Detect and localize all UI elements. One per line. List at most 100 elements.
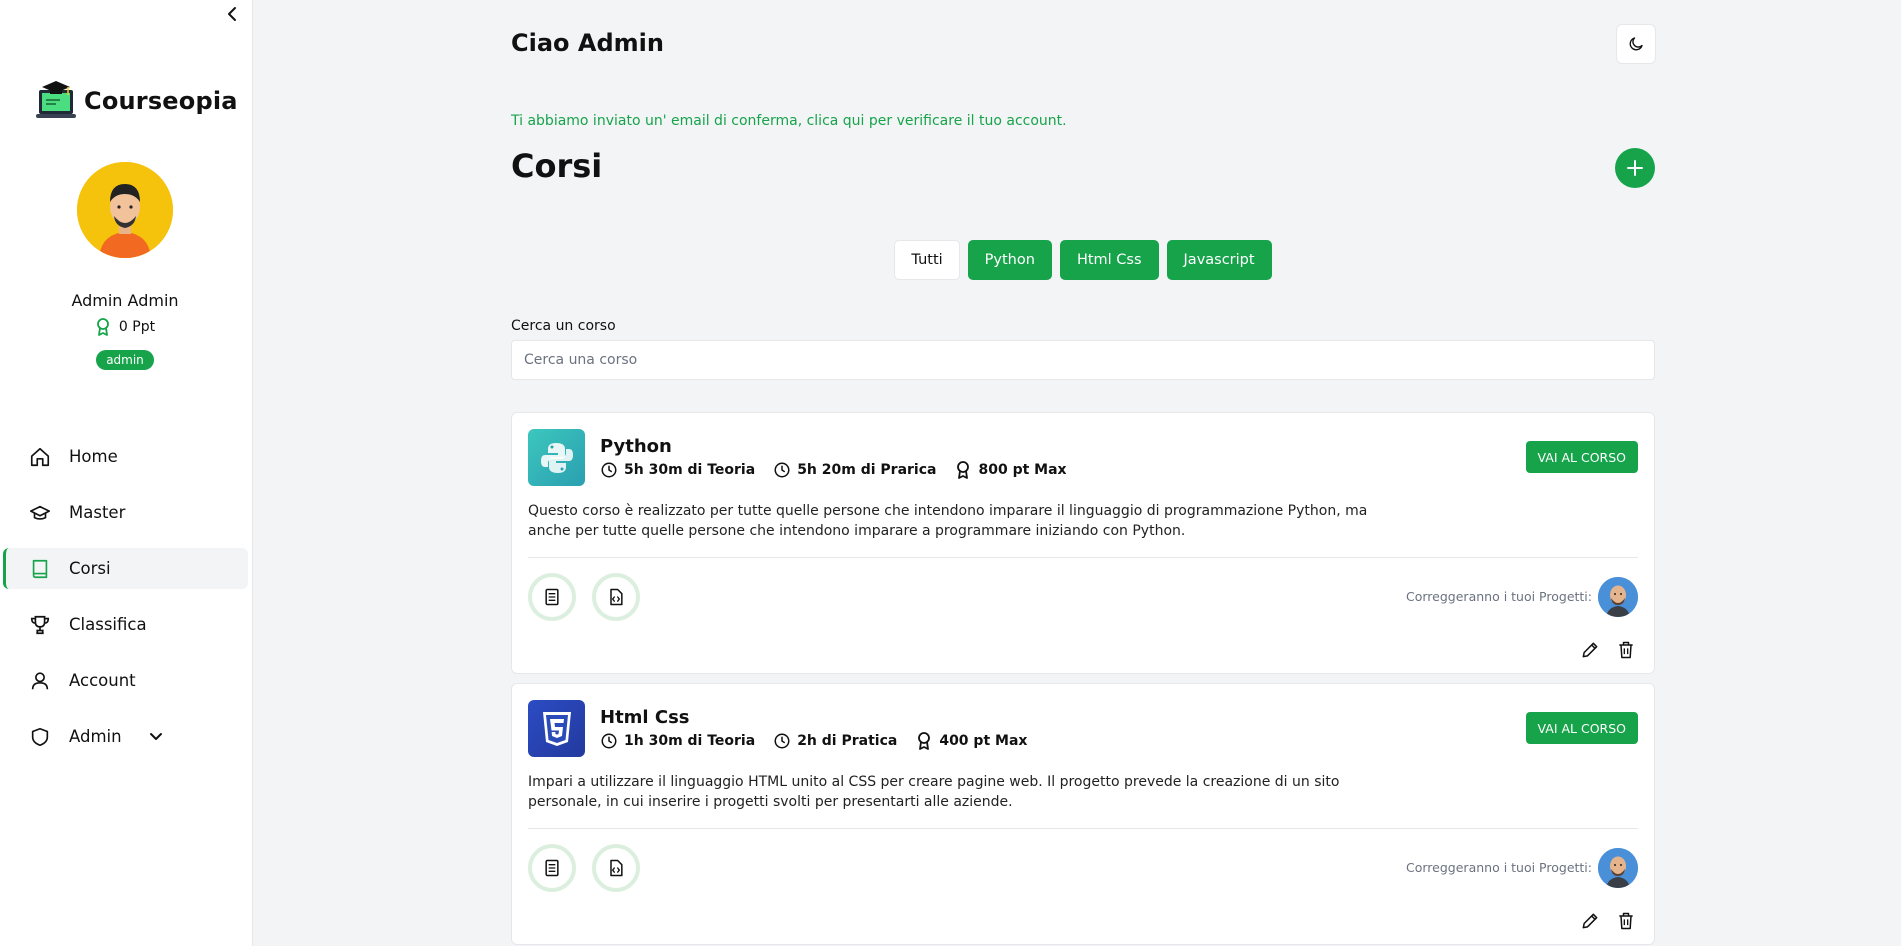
chevron-down-icon <box>149 732 162 740</box>
award-icon <box>957 461 970 479</box>
user-points: 0 Ppt <box>0 318 250 336</box>
theory-duration: 5h 30m di Teoria <box>600 461 755 479</box>
pencil-icon <box>1582 913 1598 929</box>
python-icon <box>540 442 573 473</box>
css3-icon <box>542 711 571 746</box>
filter-javascript[interactable]: Javascript <box>1166 240 1272 280</box>
moon-icon <box>1629 37 1643 51</box>
practice-text: 2h di Pratica <box>797 733 898 749</box>
course-description: Questo corso è realizzato per tutte quel… <box>528 503 1368 539</box>
course-filters: Tutti Python Html Css Javascript <box>511 240 1655 280</box>
delete-course-button[interactable] <box>1614 909 1638 933</box>
trophy-icon <box>30 615 50 634</box>
graduation-cap-icon <box>30 505 50 520</box>
course-meta: 5h 30m di Teoria 5h 20m di Prarica 800 p… <box>600 461 1067 479</box>
points-value: 0 Ppt <box>118 319 156 335</box>
user-avatar <box>77 162 173 258</box>
sidebar-item-account[interactable]: Account <box>3 660 248 701</box>
trash-icon <box>1619 641 1633 659</box>
clock-icon <box>601 462 617 478</box>
python-logo <box>528 429 585 486</box>
code-resource-button[interactable] <box>592 573 640 621</box>
award-icon <box>918 732 931 750</box>
max-points: 400 pt Max <box>915 732 1027 750</box>
sidebar-item-label: Classifica <box>69 615 147 634</box>
document-icon <box>545 588 559 606</box>
shield-icon <box>31 727 49 746</box>
course-list: Python 5h 30m di Teoria 5h 20m di Praric… <box>511 412 1655 946</box>
filter-python[interactable]: Python <box>967 240 1052 280</box>
home-icon <box>30 447 50 466</box>
html-css-logo <box>528 700 585 757</box>
filter-tutti[interactable]: Tutti <box>894 240 960 280</box>
reviewers-label: Correggeranno i tuoi Progetti: <box>1406 589 1592 604</box>
role-badge: admin <box>96 350 154 370</box>
clock-icon <box>774 733 790 749</box>
max-points: 800 pt Max <box>954 461 1067 479</box>
course-title: Python <box>600 436 672 457</box>
sidebar-item-label: Home <box>69 447 118 466</box>
theory-text: 1h 30m di Teoria <box>624 733 756 749</box>
chevron-left-icon <box>228 7 236 21</box>
reviewer-avatar[interactable] <box>1598 848 1638 888</box>
course-meta: 1h 30m di Teoria 2h di Pratica 400 pt Ma… <box>600 732 1027 750</box>
add-course-button[interactable] <box>1615 148 1655 188</box>
practice-duration: 5h 20m di Prarica <box>773 461 936 479</box>
divider <box>528 557 1638 558</box>
page-title: Corsi <box>511 147 603 185</box>
brand-name: Courseopia <box>84 87 238 115</box>
practice-duration: 2h di Pratica <box>773 732 897 750</box>
code-file-icon <box>610 859 623 877</box>
sidebar-item-classifica[interactable]: Classifica <box>3 604 248 645</box>
trash-icon <box>1619 912 1633 930</box>
theory-duration: 1h 30m di Teoria <box>600 732 755 750</box>
sidebar-item-master[interactable]: Master <box>3 492 248 533</box>
practice-text: 5h 20m di Prarica <box>797 462 937 478</box>
theory-text: 5h 30m di Teoria <box>624 462 756 478</box>
clock-icon <box>774 462 790 478</box>
sidebar-item-label: Account <box>69 671 136 690</box>
laptop-graduation-icon <box>36 81 76 118</box>
points-text: 400 pt Max <box>939 733 1028 749</box>
clock-icon <box>601 733 617 749</box>
sidebar-item-label: Master <box>69 503 126 522</box>
code-file-icon <box>610 588 623 606</box>
course-card-python: Python 5h 30m di Teoria 5h 20m di Praric… <box>511 412 1655 674</box>
course-description: Impari a utilizzare il linguaggio HTML u… <box>528 774 1340 810</box>
sidebar-item-corsi[interactable]: Corsi <box>3 548 248 589</box>
delete-course-button[interactable] <box>1614 638 1638 662</box>
reviewers-label: Correggeranno i tuoi Progetti: <box>1406 860 1592 875</box>
course-card-html-css: Html Css 1h 30m di Teoria 2h di Pratica … <box>511 683 1655 945</box>
edit-course-button[interactable] <box>1578 909 1602 933</box>
theory-resource-button[interactable] <box>528 844 576 892</box>
edit-course-button[interactable] <box>1578 638 1602 662</box>
book-icon <box>32 559 48 578</box>
points-text: 800 pt Max <box>978 462 1067 478</box>
brand-logo[interactable]: Courseopia <box>34 78 238 124</box>
divider <box>528 828 1638 829</box>
sidebar-item-home[interactable]: Home <box>3 436 248 477</box>
document-icon <box>545 859 559 877</box>
user-icon <box>31 671 49 689</box>
sidebar-nav: Home Master Corsi Classifica Account Adm… <box>3 436 248 772</box>
collapse-sidebar-button[interactable] <box>222 4 242 24</box>
award-icon <box>97 318 109 336</box>
code-resource-button[interactable] <box>592 844 640 892</box>
email-confirmation-notice[interactable]: Ti abbiamo inviato un' email di conferma… <box>511 113 1067 129</box>
sidebar-item-label: Admin <box>69 727 122 746</box>
course-title: Html Css <box>600 707 690 728</box>
theme-toggle-button[interactable] <box>1616 24 1656 64</box>
sidebar-item-label: Corsi <box>69 559 111 578</box>
sidebar: Courseopia Admin Admin 0 Ppt admin Home … <box>0 0 253 946</box>
greeting-heading: Ciao Admin <box>511 29 664 57</box>
plus-icon <box>1627 160 1643 176</box>
search-input[interactable] <box>511 340 1655 380</box>
theory-resource-button[interactable] <box>528 573 576 621</box>
go-to-course-button[interactable]: VAI AL CORSO <box>1525 441 1638 473</box>
sidebar-item-admin[interactable]: Admin <box>3 716 248 757</box>
pencil-icon <box>1582 642 1598 658</box>
filter-html-css[interactable]: Html Css <box>1059 240 1159 280</box>
user-name: Admin Admin <box>71 291 179 310</box>
reviewer-avatar[interactable] <box>1598 577 1638 617</box>
go-to-course-button[interactable]: VAI AL CORSO <box>1525 712 1638 744</box>
